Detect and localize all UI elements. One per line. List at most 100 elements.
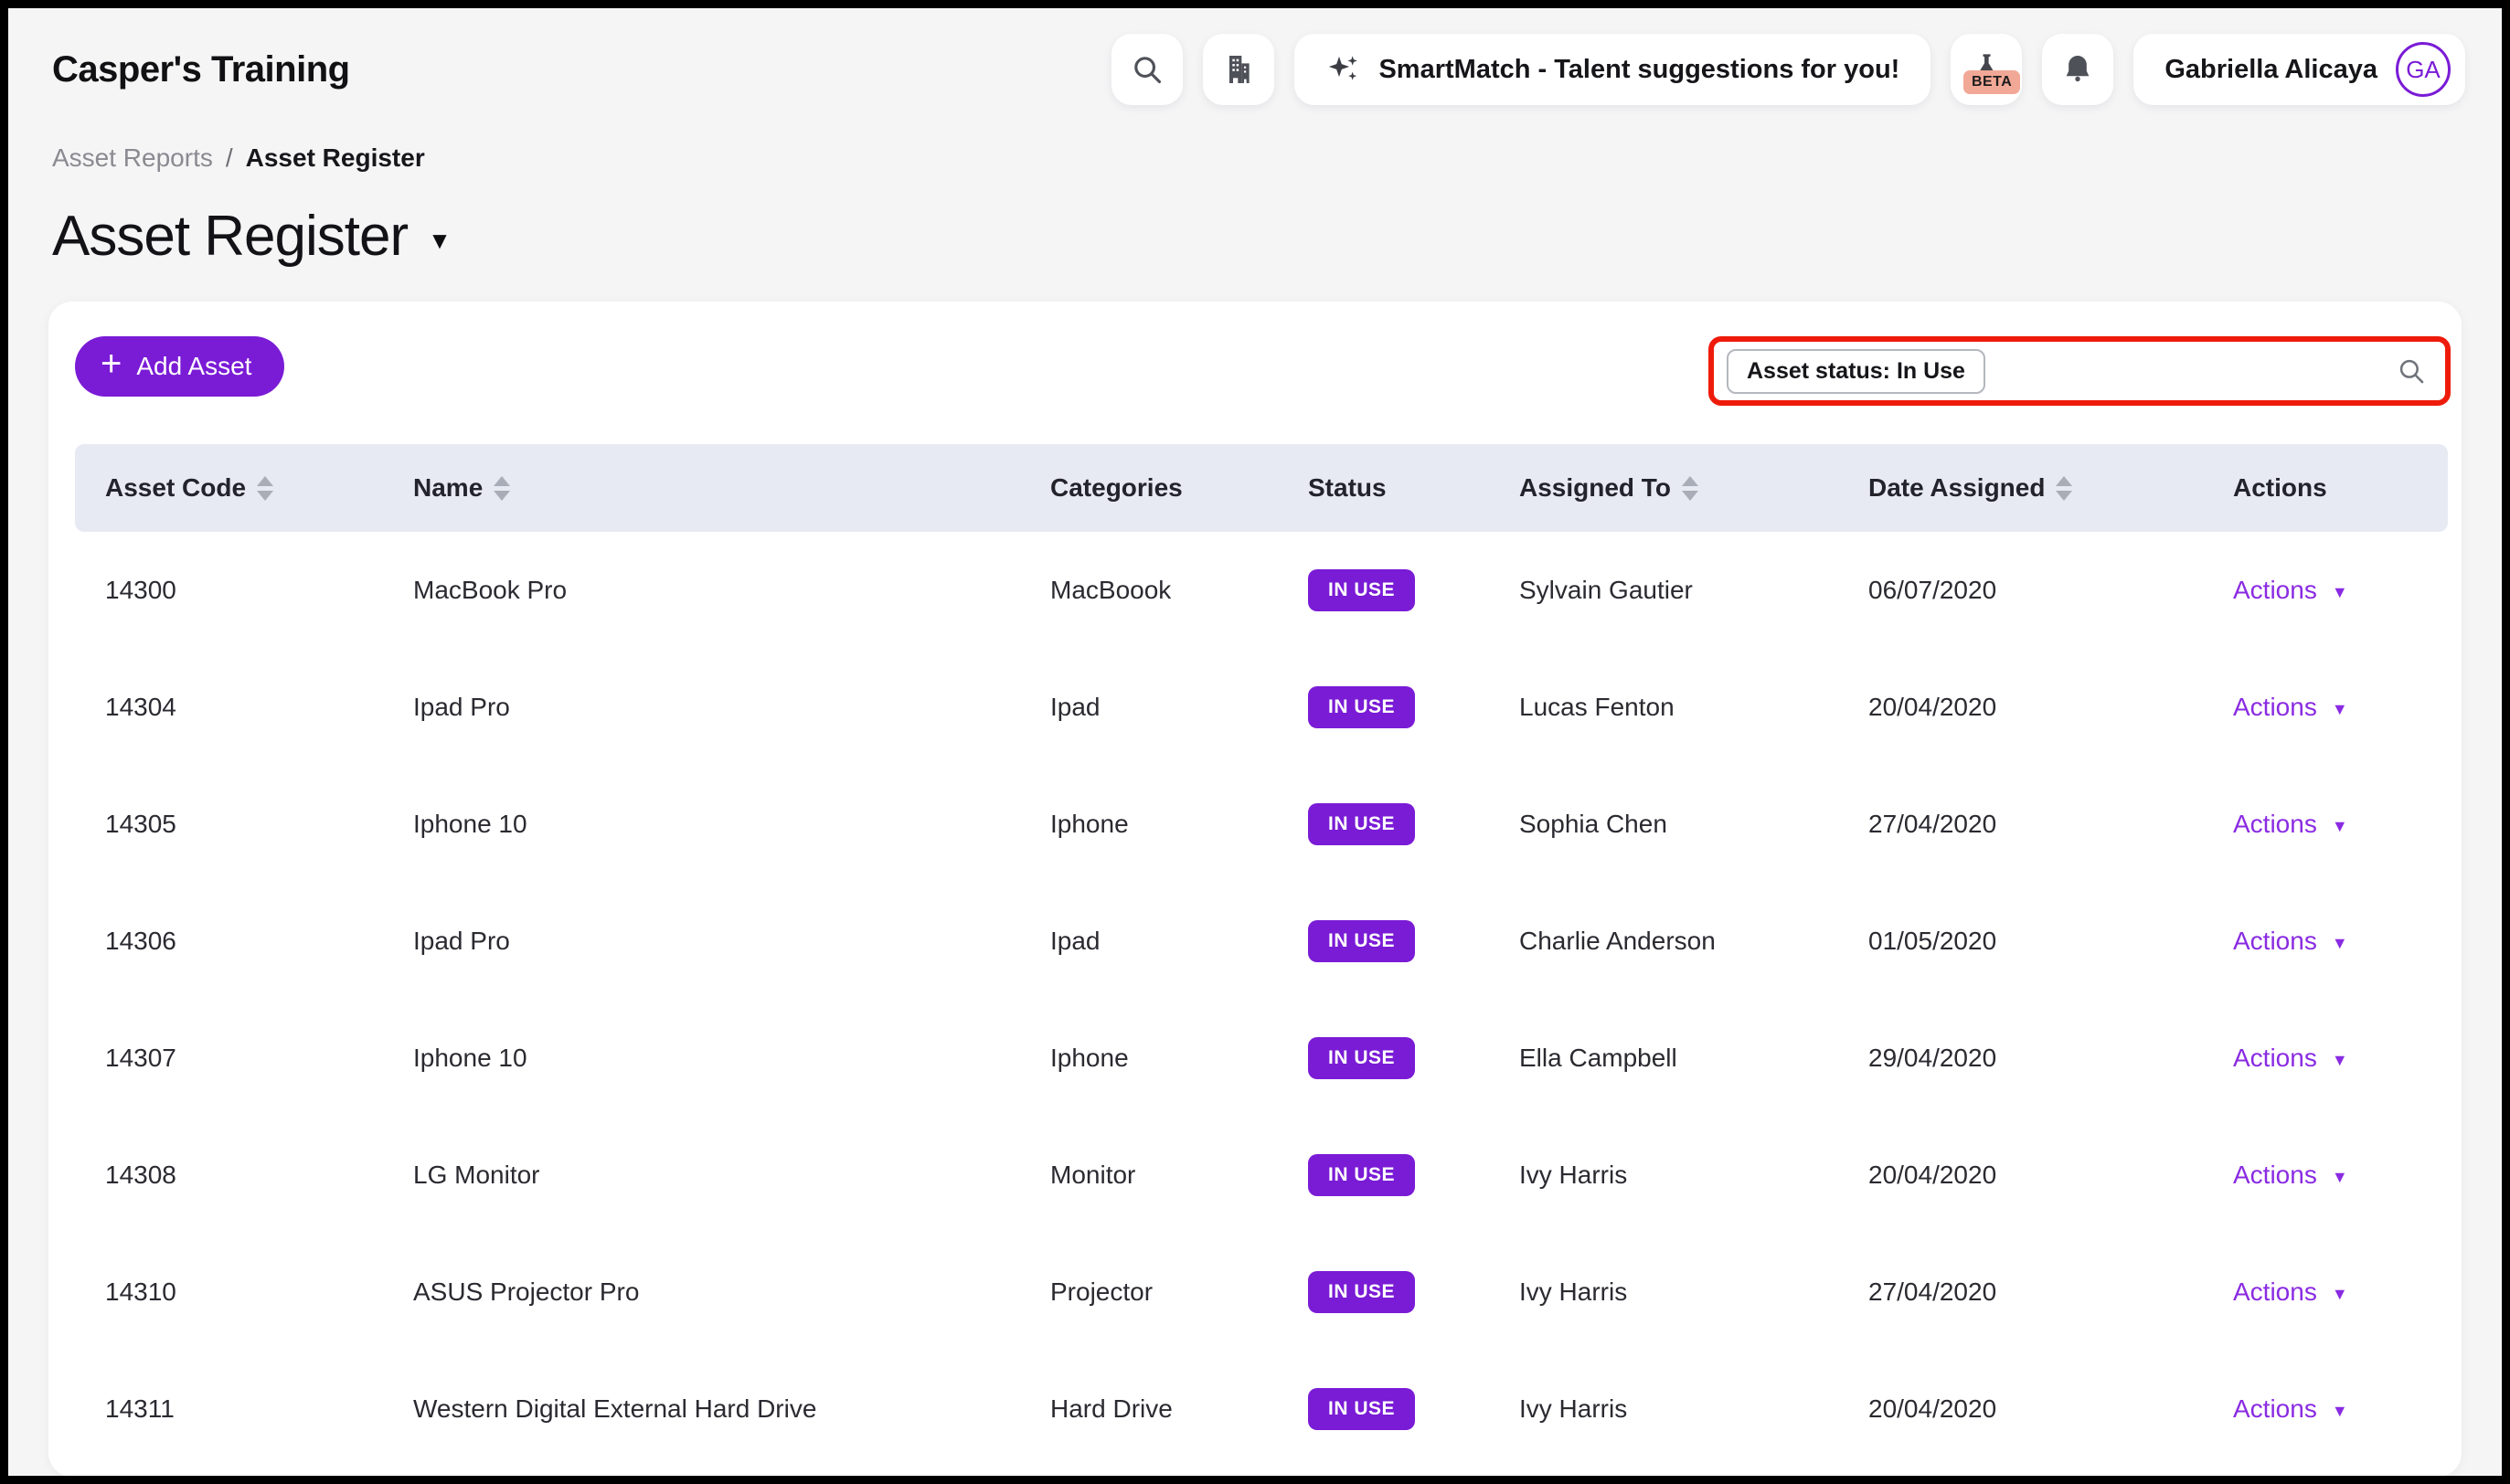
table-row: 14311 Western Digital External Hard Drive… bbox=[75, 1351, 2448, 1468]
cell-asset-code: 14307 bbox=[105, 1044, 176, 1072]
breadcrumb-current: Asset Register bbox=[246, 143, 425, 173]
cell-name: Ipad Pro bbox=[413, 927, 510, 955]
filter-search-icon[interactable] bbox=[2396, 355, 2427, 387]
cell-asset-code: 14305 bbox=[105, 810, 176, 838]
cell-asset-code: 14300 bbox=[105, 576, 176, 604]
table-row: 14310ASUS Projector ProProjectorIN USEIv… bbox=[75, 1234, 2448, 1351]
status-badge: IN USE bbox=[1308, 686, 1415, 728]
chevron-down-icon: ▼ bbox=[2332, 1164, 2348, 1187]
row-actions-label: Actions bbox=[2233, 1044, 2317, 1073]
breadcrumb: Asset Reports / Asset Register bbox=[52, 143, 2502, 173]
title-dropdown-caret[interactable]: ▼ bbox=[428, 217, 452, 255]
page-title-row: Asset Register ▼ bbox=[52, 204, 2502, 269]
org-directory-button[interactable] bbox=[1203, 34, 1274, 105]
row-actions-label: Actions bbox=[2233, 1394, 2317, 1424]
column-label: Assigned To bbox=[1519, 473, 1671, 503]
table-row: 14308LG MonitorMonitorIN USEIvy Harris20… bbox=[75, 1117, 2448, 1234]
row-actions-button[interactable]: Actions ▼ bbox=[2233, 576, 2348, 605]
row-actions-button[interactable]: Actions ▼ bbox=[2233, 693, 2348, 722]
cell-category: Iphone bbox=[1050, 1044, 1129, 1072]
column-header-name[interactable]: Name bbox=[413, 473, 1050, 503]
status-badge: IN USE bbox=[1308, 1271, 1415, 1313]
cell-name: Iphone 10 bbox=[413, 810, 527, 838]
column-label: Actions bbox=[2233, 473, 2327, 503]
plus-icon: + bbox=[101, 364, 122, 369]
table-body: 14300MacBook ProMacBoookIN USESylvain Ga… bbox=[75, 532, 2448, 1468]
column-header-status: Status bbox=[1308, 473, 1519, 503]
row-actions-button[interactable]: Actions ▼ bbox=[2233, 1277, 2348, 1307]
chevron-down-icon: ▼ bbox=[2332, 579, 2348, 602]
status-badge: IN USE bbox=[1308, 920, 1415, 962]
cell-date-assigned: 27/04/2020 bbox=[1868, 810, 1996, 838]
column-header-date-assigned[interactable]: Date Assigned bbox=[1868, 473, 2233, 503]
row-actions-button[interactable]: Actions ▼ bbox=[2233, 927, 2348, 956]
cell-category: Ipad bbox=[1050, 927, 1101, 955]
topbar: Casper's Training bbox=[8, 8, 2502, 105]
filter-chip-asset-status[interactable]: Asset status: In Use bbox=[1727, 349, 1985, 394]
status-badge: IN USE bbox=[1308, 569, 1415, 611]
column-header-assigned-to[interactable]: Assigned To bbox=[1519, 473, 1868, 503]
table-row: 14304Ipad ProIpadIN USELucas Fenton20/04… bbox=[75, 649, 2448, 766]
row-actions-label: Actions bbox=[2233, 693, 2317, 722]
user-menu[interactable]: Gabriella Alicaya GA bbox=[2133, 34, 2465, 105]
sort-icon[interactable] bbox=[257, 476, 273, 501]
smartmatch-label: SmartMatch - Talent suggestions for you! bbox=[1378, 55, 1899, 85]
search-button[interactable] bbox=[1111, 34, 1183, 105]
column-label: Status bbox=[1308, 473, 1387, 503]
row-actions-label: Actions bbox=[2233, 927, 2317, 956]
row-actions-button[interactable]: Actions▼ bbox=[2233, 1161, 2348, 1190]
search-icon bbox=[1130, 52, 1165, 87]
sparkle-icon bbox=[1325, 51, 1362, 88]
cell-asset-code: 14311 bbox=[105, 1394, 175, 1423]
cell-assigned-to: Sylvain Gautier bbox=[1519, 576, 1693, 604]
cell-assigned-to: Lucas Fenton bbox=[1519, 693, 1675, 721]
sort-icon[interactable] bbox=[1682, 476, 1698, 501]
add-asset-button[interactable]: + Add Asset bbox=[75, 336, 284, 397]
cell-name: LG Monitor bbox=[413, 1161, 540, 1189]
cell-date-assigned: 06/07/2020 bbox=[1868, 576, 1996, 604]
row-actions-button[interactable]: Actions ▼ bbox=[2233, 1394, 2348, 1424]
card-toolbar: + Add Asset Asset status: In Use bbox=[48, 302, 2462, 406]
table-row: 14307Iphone 10IphoneIN USEElla Campbell2… bbox=[75, 1000, 2448, 1117]
cell-name: Ipad Pro bbox=[413, 693, 510, 721]
column-header-asset-code[interactable]: Asset Code bbox=[105, 473, 413, 503]
app-title: Casper's Training bbox=[52, 49, 350, 90]
column-label: Name bbox=[413, 473, 483, 503]
cell-assigned-to: Sophia Chen bbox=[1519, 810, 1667, 838]
column-header-categories: Categories bbox=[1050, 473, 1308, 503]
row-actions-label: Actions bbox=[2233, 576, 2317, 605]
cell-date-assigned: 27/04/2020 bbox=[1868, 1277, 1996, 1306]
sort-icon[interactable] bbox=[494, 476, 510, 501]
chevron-down-icon: ▼ bbox=[2332, 1398, 2348, 1421]
table-row: 14306Ipad ProIpadIN USECharlie Anderson0… bbox=[75, 883, 2448, 1000]
labs-button[interactable]: BETA bbox=[1951, 34, 2022, 105]
filter-search-input[interactable]: Asset status: In Use bbox=[1708, 336, 2451, 406]
building-icon bbox=[1220, 51, 1257, 88]
user-name: Gabriella Alicaya bbox=[2164, 55, 2377, 85]
breadcrumb-asset-reports[interactable]: Asset Reports bbox=[52, 143, 213, 173]
cell-name: Western Digital External Hard Drive bbox=[413, 1394, 816, 1423]
sort-icon[interactable] bbox=[2056, 476, 2072, 501]
row-actions-button[interactable]: Actions ▼ bbox=[2233, 810, 2348, 839]
notifications-button[interactable] bbox=[2042, 34, 2113, 105]
chevron-down-icon: ▼ bbox=[2332, 1047, 2348, 1070]
avatar: GA bbox=[2396, 42, 2451, 97]
status-badge: IN USE bbox=[1308, 1388, 1415, 1430]
breadcrumb-separator: / bbox=[226, 143, 233, 173]
row-actions-button[interactable]: Actions ▼ bbox=[2233, 1044, 2348, 1073]
chevron-down-icon: ▼ bbox=[2332, 696, 2348, 719]
chevron-down-icon: ▼ bbox=[2332, 1281, 2348, 1304]
page-title: Asset Register bbox=[52, 204, 408, 269]
avatar-initials: GA bbox=[2406, 56, 2441, 84]
chevron-down-icon: ▼ bbox=[2332, 813, 2348, 836]
row-actions-label: Actions bbox=[2233, 1277, 2317, 1307]
table-header-row: Asset CodeName CategoriesStatus Assigned T… bbox=[75, 444, 2448, 532]
beta-badge: BETA bbox=[1963, 70, 2020, 94]
chevron-down-icon: ▼ bbox=[2332, 930, 2348, 953]
cell-category: Monitor bbox=[1050, 1161, 1135, 1189]
cell-date-assigned: 20/04/2020 bbox=[1868, 1394, 1996, 1423]
cell-name: ASUS Projector Pro bbox=[413, 1277, 639, 1306]
row-actions-label: Actions bbox=[2233, 810, 2317, 839]
smartmatch-button[interactable]: SmartMatch - Talent suggestions for you! bbox=[1294, 34, 1930, 105]
add-asset-label: Add Asset bbox=[136, 352, 251, 381]
